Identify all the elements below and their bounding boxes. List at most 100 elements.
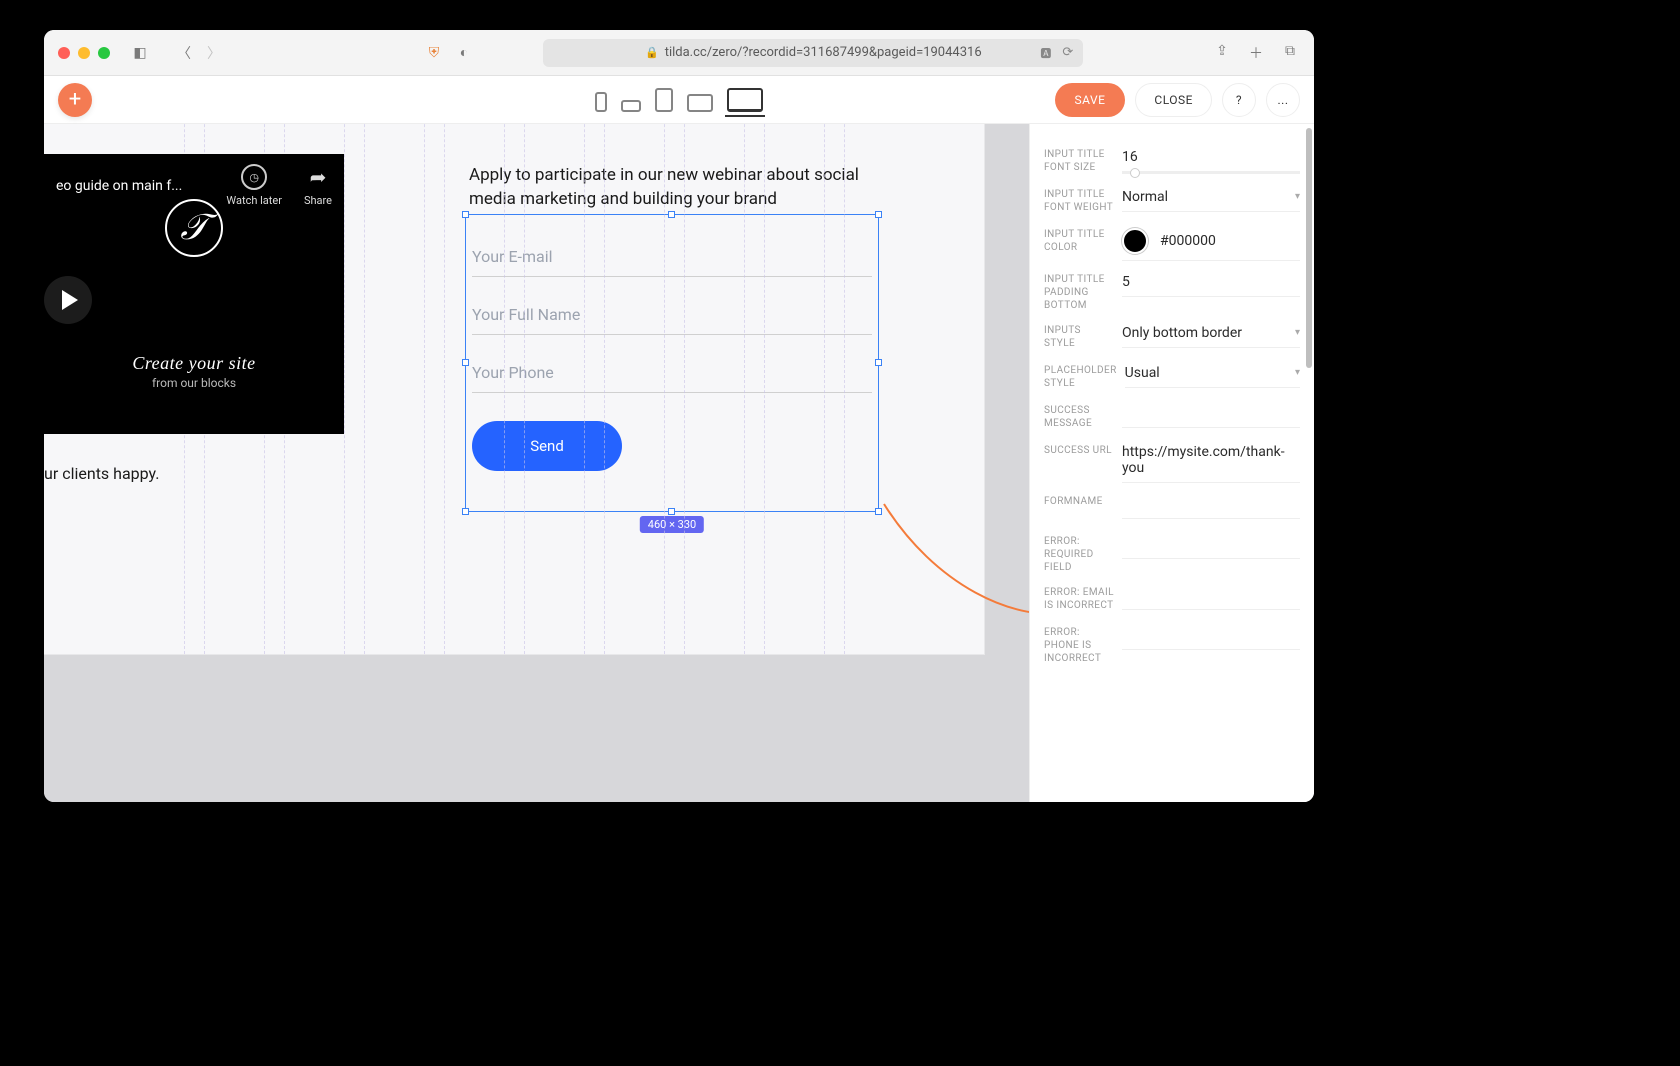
panel-label: INPUT TITLE FONT WEIGHT — [1044, 188, 1114, 214]
panel-row: ERROR: PHONE IS INCORRECT — [1044, 620, 1300, 671]
privacy-shield-icon[interactable]: ◐ — [454, 44, 474, 61]
panel-value[interactable] — [1122, 404, 1300, 428]
clients-text-partial: ur clients happy. — [44, 464, 160, 483]
panel-value-text: 5 — [1122, 274, 1130, 290]
minimize-window-icon[interactable] — [78, 47, 90, 59]
panel-row: INPUT TITLE PADDING BOTTOM 5 — [1044, 267, 1300, 318]
form-description[interactable]: Apply to participate in our new webinar … — [469, 164, 889, 212]
resize-handle[interactable] — [875, 211, 882, 218]
back-icon[interactable]: 〈 — [174, 43, 194, 63]
device-phone-landscape[interactable] — [621, 100, 641, 112]
panel-value-text: Usual — [1125, 365, 1160, 381]
tilda-logo-icon: 𝒯 — [165, 199, 223, 257]
maximize-window-icon[interactable] — [98, 47, 110, 59]
shield-ext-icon[interactable]: ⛨ — [424, 45, 444, 61]
panel-row: ERROR: EMAIL IS INCORRECT — [1044, 580, 1300, 620]
panel-label: INPUT TITLE FONT SIZE — [1044, 148, 1114, 174]
email-field[interactable]: Your E-mail — [472, 219, 872, 277]
panel-row: INPUTS STYLE Only bottom border ▾ — [1044, 318, 1300, 358]
panel-value-text: https://mysite.com/thank-you — [1122, 444, 1300, 476]
traffic-lights — [58, 47, 110, 59]
panel-value[interactable] — [1122, 626, 1300, 650]
panel-value[interactable] — [1122, 495, 1300, 519]
video-overlay[interactable]: eo guide on main f... ◷ Watch later ➦ Sh… — [44, 154, 344, 434]
url-bar[interactable]: 🔒 tilda.cc/zero/?recordid=311687499&page… — [543, 39, 1083, 67]
panel-label: ERROR: PHONE IS INCORRECT — [1044, 626, 1114, 665]
video-subhead: from our blocks — [152, 376, 236, 390]
chevron-down-icon: ▾ — [1295, 327, 1300, 338]
resize-handle[interactable] — [668, 211, 675, 218]
url-text: tilda.cc/zero/?recordid=311687499&pageid… — [665, 45, 982, 60]
panel-label: INPUTS STYLE — [1044, 324, 1114, 350]
panel-value[interactable]: Only bottom border ▾ — [1122, 324, 1300, 348]
tabs-icon[interactable]: ⧉ — [1280, 43, 1300, 63]
translate-icon[interactable]: 🅰 — [1040, 45, 1051, 61]
device-phone[interactable] — [595, 92, 607, 112]
panel-label: PLACEHOLDER STYLE — [1044, 364, 1117, 390]
panel-value[interactable]: 16 — [1122, 148, 1300, 172]
selection-box[interactable]: 460 × 330 Your E-mail Your Full Name You… — [465, 214, 879, 512]
panel-value[interactable] — [1122, 586, 1300, 610]
send-button[interactable]: Send — [472, 421, 622, 471]
resize-handle[interactable] — [462, 508, 469, 515]
chevron-down-icon: ▾ — [1295, 191, 1300, 202]
panel-row: SUCCESS URLhttps://mysite.com/thank-you — [1044, 438, 1300, 489]
share-icon[interactable]: ⇪ — [1212, 43, 1232, 63]
panel-value[interactable]: 5 — [1122, 273, 1300, 297]
panel-row: INPUT TITLE FONT WEIGHT Normal ▾ — [1044, 182, 1300, 222]
save-button[interactable]: SAVE — [1055, 83, 1126, 117]
panel-value-text: Only bottom border — [1122, 325, 1242, 341]
device-preview-switch — [595, 88, 763, 112]
close-window-icon[interactable] — [58, 47, 70, 59]
panel-value-text: Normal — [1122, 189, 1168, 205]
panel-value[interactable] — [1122, 535, 1300, 559]
panel-value[interactable]: Normal ▾ — [1122, 188, 1300, 212]
name-field[interactable]: Your Full Name — [472, 277, 872, 335]
panel-label: ERROR: REQUIRED FIELD — [1044, 535, 1114, 574]
panel-row: FORMNAME — [1044, 489, 1300, 529]
new-tab-icon[interactable]: ＋ — [1246, 43, 1266, 63]
panel-row: INPUT TITLE FONT SIZE 16 — [1044, 142, 1300, 182]
editor-toolbar: + SAVE CLOSE ? ... — [44, 76, 1314, 124]
resize-handle[interactable] — [462, 211, 469, 218]
panel-label: INPUT TITLE COLOR — [1044, 228, 1114, 254]
forward-icon[interactable]: 〉 — [204, 43, 224, 63]
resize-handle[interactable] — [462, 359, 469, 366]
panel-label: FORMNAME — [1044, 495, 1114, 508]
resize-handle[interactable] — [875, 359, 882, 366]
panel-row: SUCCESS MESSAGE — [1044, 398, 1300, 438]
device-tablet-landscape[interactable] — [687, 94, 713, 112]
refresh-icon[interactable]: ⟳ — [1062, 45, 1073, 60]
device-desktop[interactable] — [727, 88, 763, 112]
video-headline: Create your site — [132, 353, 255, 374]
play-button[interactable] — [44, 276, 92, 324]
settings-panel: INPUT TITLE FONT SIZE16INPUT TITLE FONT … — [1029, 124, 1314, 802]
browser-window: ◧ 〈 〉 ⛨ ◐ 🔒 tilda.cc/zero/?recordid=3116… — [44, 30, 1314, 802]
panel-value[interactable]: https://mysite.com/thank-you — [1122, 444, 1300, 483]
selection-dimensions: 460 × 330 — [640, 516, 704, 533]
help-button[interactable]: ? — [1222, 83, 1256, 117]
panel-label: INPUT TITLE PADDING BOTTOM — [1044, 273, 1114, 312]
color-swatch[interactable] — [1122, 228, 1148, 254]
resize-handle[interactable] — [668, 508, 675, 515]
phone-field[interactable]: Your Phone — [472, 335, 872, 393]
panel-value-text: #000000 — [1160, 233, 1216, 249]
panel-value-text: 16 — [1122, 149, 1138, 165]
panel-label: SUCCESS MESSAGE — [1044, 404, 1114, 430]
more-button[interactable]: ... — [1266, 83, 1300, 117]
lock-icon: 🔒 — [645, 46, 659, 59]
resize-handle[interactable] — [875, 508, 882, 515]
panel-label: ERROR: EMAIL IS INCORRECT — [1044, 586, 1114, 612]
slider-knob[interactable] — [1130, 168, 1140, 178]
browser-chrome: ◧ 〈 〉 ⛨ ◐ 🔒 tilda.cc/zero/?recordid=3116… — [44, 30, 1314, 76]
panel-row: ERROR: REQUIRED FIELD — [1044, 529, 1300, 580]
panel-row: PLACEHOLDER STYLE Usual▾ — [1044, 358, 1300, 398]
panel-scrollbar[interactable] — [1306, 128, 1312, 368]
sidebar-toggle-icon[interactable]: ◧ — [130, 45, 150, 61]
panel-value[interactable]: Usual▾ — [1125, 364, 1300, 388]
close-button[interactable]: CLOSE — [1135, 83, 1212, 117]
panel-row: INPUT TITLE COLOR #000000 — [1044, 222, 1300, 267]
add-block-button[interactable]: + — [58, 83, 92, 117]
device-tablet[interactable] — [655, 88, 673, 112]
panel-value[interactable]: #000000 — [1122, 228, 1300, 261]
